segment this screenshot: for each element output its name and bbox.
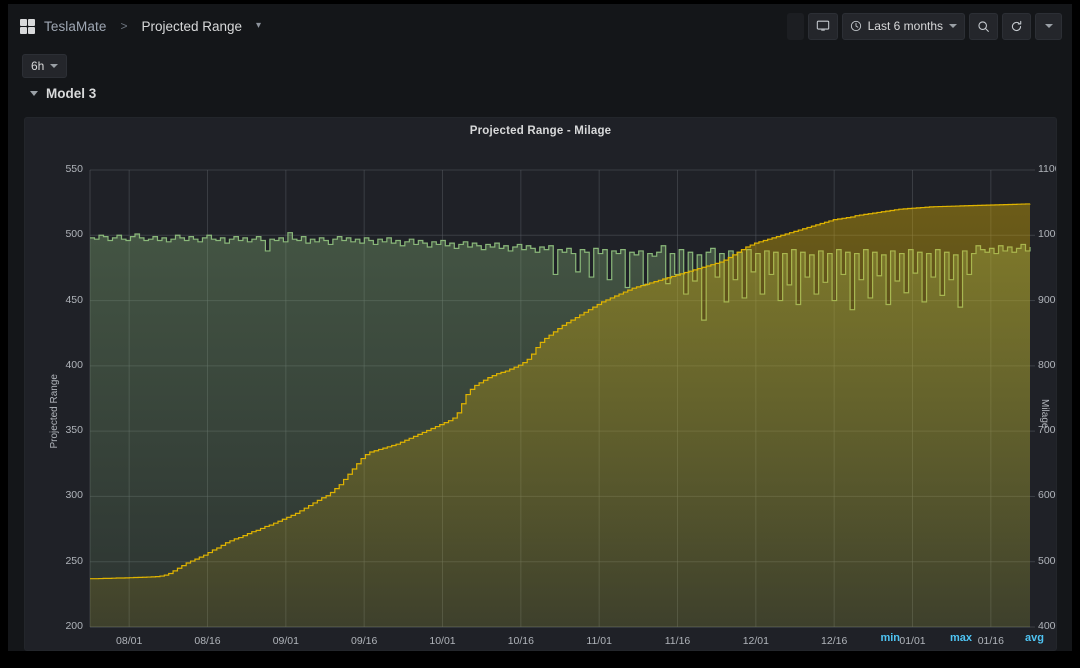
chevron-down-icon <box>949 24 957 28</box>
y-axis-left-tick: 550 <box>65 163 83 175</box>
refresh-dashboard-button[interactable] <box>1002 12 1031 40</box>
kiosk-mode-button[interactable] <box>807 12 838 40</box>
y-axis-right-tick: 7000 <box>1038 424 1056 437</box>
zoom-out-time-button[interactable] <box>969 12 998 40</box>
y-axis-left-title: Projected Range <box>49 374 60 449</box>
y-axis-left-tick: 200 <box>65 620 83 632</box>
plot-area[interactable]: Projected Range Milage 200 250 300 350 400 45… <box>25 137 1056 647</box>
panel-projected-range-milage[interactable]: Projected Range - Milage Projected Range… <box>24 117 1057 651</box>
y-axis-left-tick: 500 <box>65 228 83 241</box>
y-axis-left-tick: 400 <box>65 358 83 371</box>
legend-column-min[interactable]: min <box>828 632 900 644</box>
refresh-interval-dropdown[interactable] <box>1035 12 1062 40</box>
chevron-down-icon[interactable]: ▾ <box>256 20 261 31</box>
y-axis-right-tick: 11000 <box>1038 163 1056 175</box>
legend-column-avg[interactable]: avg <box>972 632 1044 644</box>
chevron-down-icon <box>30 90 38 96</box>
y-axis-left-tick: 250 <box>65 554 83 567</box>
y-axis-right-tick: 5000 <box>1038 554 1056 567</box>
panel-legend: min max avg <box>25 632 1056 644</box>
interval-variable-dropdown[interactable]: 6h <box>22 54 68 78</box>
dashboard-page: TeslaMate > Projected Range ▾ Last 6 mon… <box>8 4 1072 651</box>
breadcrumb-root-link[interactable]: TeslaMate <box>44 19 106 34</box>
y-axis-right-tick: 8000 <box>1038 358 1056 371</box>
chevron-down-icon <box>50 64 59 68</box>
y-axis-left-tick: 450 <box>65 293 83 306</box>
legend-column-max[interactable]: max <box>900 632 972 644</box>
chart-canvas <box>89 169 1035 628</box>
search-icon <box>978 20 989 32</box>
breadcrumb-separator-icon: > <box>120 19 128 33</box>
clock-icon <box>850 20 861 32</box>
teslamate-logo-icon[interactable] <box>20 18 35 34</box>
y-axis-right-tick: 6000 <box>1038 489 1056 502</box>
navbar-actions: Last 6 months <box>786 12 1062 40</box>
y-axis-right-tick: 9000 <box>1038 293 1056 306</box>
time-range-picker[interactable]: Last 6 months <box>841 12 965 40</box>
breadcrumb: TeslaMate > Projected Range ▾ <box>20 18 261 34</box>
monitor-icon <box>816 20 829 31</box>
refresh-icon <box>1011 20 1022 31</box>
dashboard-submenu: 6h <box>8 48 1072 82</box>
y-axis-right-tick: 4000 <box>1038 620 1056 632</box>
top-navbar: TeslaMate > Projected Range ▾ Last 6 mon… <box>8 4 1072 48</box>
panel-placeholder-button[interactable] <box>786 12 804 40</box>
row-title: Model 3 <box>46 85 97 101</box>
y-axis-left-tick: 350 <box>65 424 83 437</box>
y-axis-right-tick: 10000 <box>1038 228 1056 241</box>
dashboard-row-model-3[interactable]: Model 3 <box>8 82 1072 108</box>
time-range-label: Last 6 months <box>867 19 943 33</box>
chevron-down-icon <box>1044 24 1053 28</box>
interval-variable-value: 6h <box>31 59 45 73</box>
panel-title: Projected Range - Milage <box>469 125 612 137</box>
breadcrumb-current-dashboard[interactable]: Projected Range <box>141 19 242 34</box>
y-axis-left-tick: 300 <box>65 489 83 502</box>
